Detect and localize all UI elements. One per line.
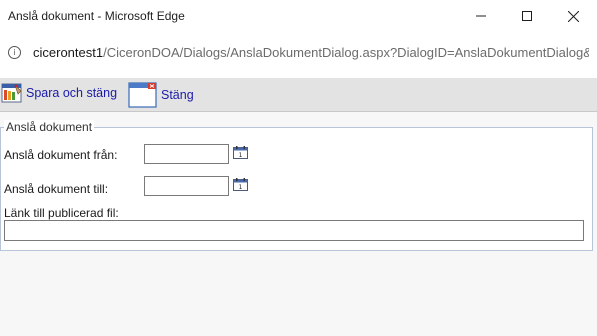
close-dialog-icon (128, 82, 157, 108)
info-icon[interactable]: i (8, 46, 21, 59)
publish-fieldset: Anslå dokument Anslå dokument från: 1 An… (0, 120, 593, 251)
to-date-label: Anslå dokument till: (4, 182, 109, 196)
url-text[interactable]: cicerontest1/CiceronDOA/Dialogs/AnslaDok… (33, 45, 589, 60)
minimize-button[interactable] (458, 0, 504, 32)
dialog-toolbar: Spara och stäng Stäng (0, 78, 597, 112)
published-link-label: Länk till publicerad fil: (4, 206, 119, 220)
fieldset-legend: Anslå dokument (4, 120, 95, 134)
svg-text:1: 1 (239, 184, 243, 191)
to-calendar-icon[interactable]: 1 (233, 178, 248, 191)
address-bar[interactable]: i cicerontest1/CiceronDOA/Dialogs/AnslaD… (0, 36, 597, 68)
close-dialog-button[interactable]: Stäng (128, 82, 194, 108)
dialog-content: Anslå dokument Anslå dokument från: 1 An… (0, 112, 597, 336)
published-link-input[interactable] (4, 220, 584, 241)
minimize-icon (476, 15, 486, 17)
from-date-label: Anslå dokument från: (4, 148, 118, 162)
from-calendar-icon[interactable]: 1 (233, 146, 248, 159)
save-close-icon (1, 83, 22, 103)
url-host: cicerontest1 (33, 45, 104, 60)
maximize-button[interactable] (504, 0, 550, 32)
save-and-close-label: Spara och stäng (26, 86, 118, 100)
url-path: /CiceronDOA/Dialogs/AnslaDokumentDialog.… (103, 45, 589, 60)
svg-text:1: 1 (239, 152, 243, 159)
close-dialog-label: Stäng (161, 88, 194, 102)
save-and-close-button[interactable]: Spara och stäng (1, 82, 117, 104)
window-titlebar: Anslå dokument - Microsoft Edge (0, 0, 597, 32)
close-icon (567, 10, 579, 22)
from-date-input[interactable] (144, 144, 229, 164)
close-window-button[interactable] (550, 0, 596, 32)
window-title: Anslå dokument - Microsoft Edge (8, 9, 185, 23)
to-date-input[interactable] (144, 176, 229, 196)
maximize-icon (522, 11, 532, 21)
